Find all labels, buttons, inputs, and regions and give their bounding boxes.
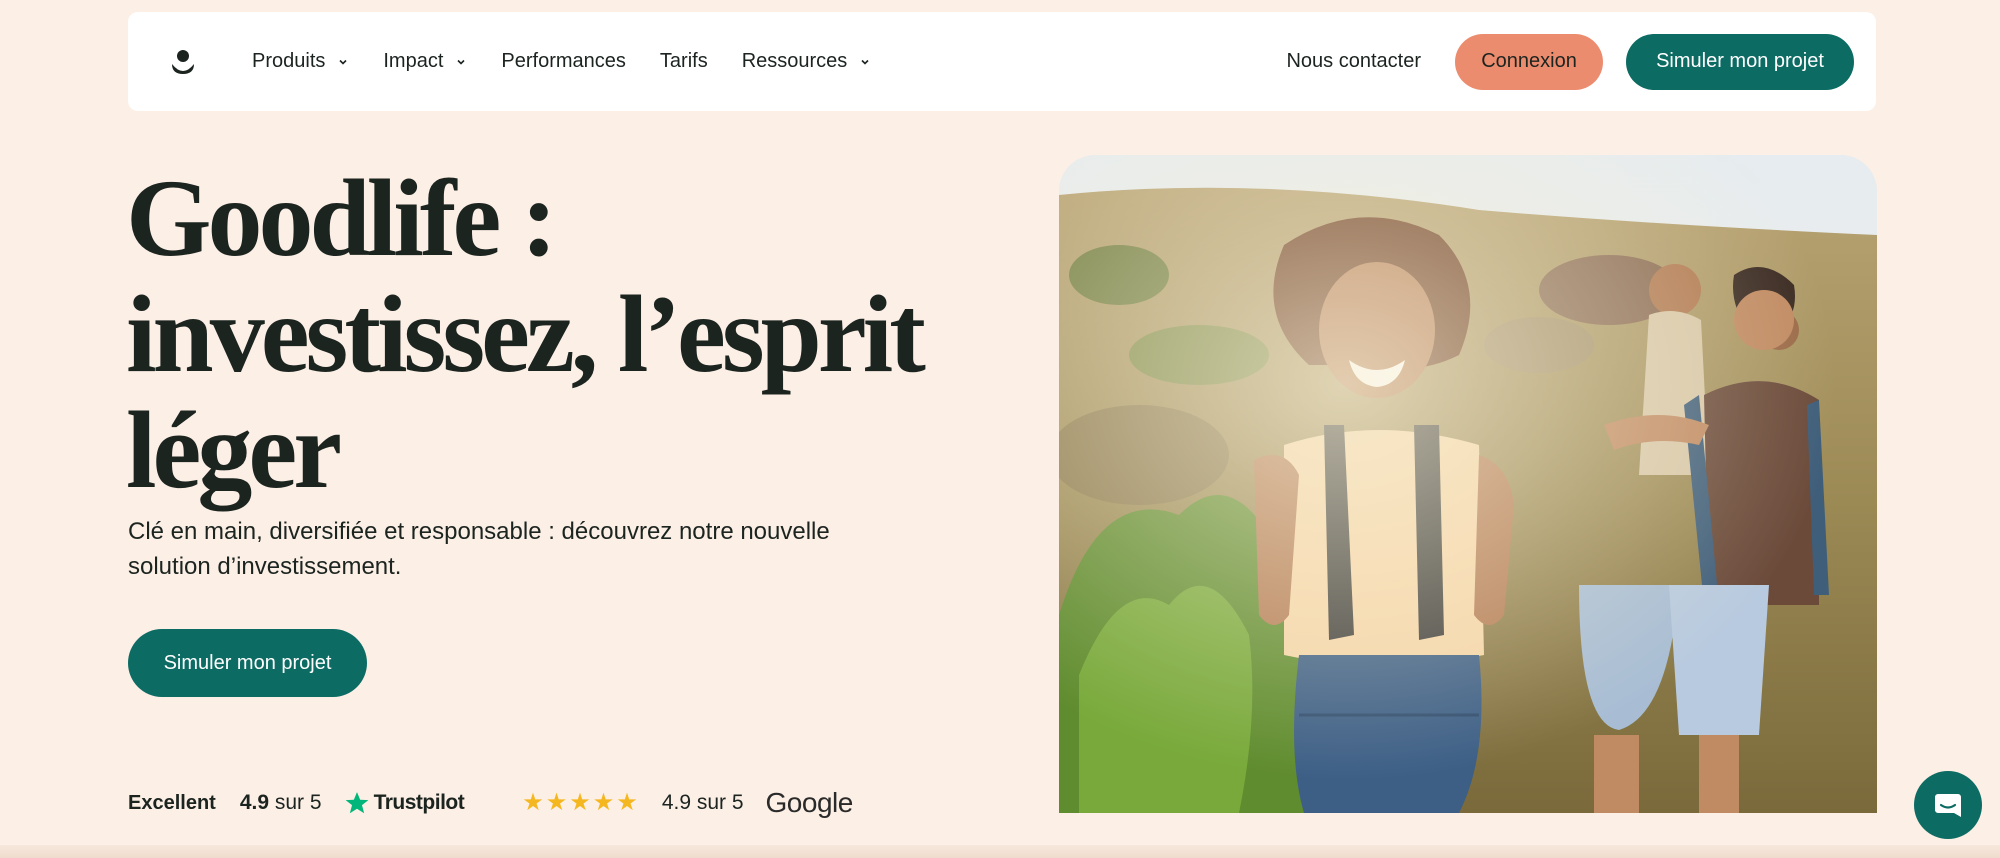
- simulate-project-button[interactable]: Simuler mon projet: [1626, 33, 1854, 90]
- nav-item-label: Ressources: [741, 50, 848, 72]
- hero-subtitle-line: solution d’investissement.: [128, 553, 402, 580]
- nav-item-impact[interactable]: Impact: [383, 50, 467, 73]
- nav-item-label: Impact: [383, 50, 444, 72]
- nav-menu: Produits Impact Performances Tarifs Ress…: [252, 50, 905, 73]
- google-score: 4.9 sur 5: [661, 791, 744, 814]
- page-bottom-edge: [0, 845, 2000, 858]
- chevron-down-icon: [455, 56, 467, 68]
- hero-title: Goodlife : investissez, l’esprit léger: [126, 160, 926, 508]
- contact-link[interactable]: Nous contacter: [1286, 50, 1421, 73]
- hero-title-line: investissez, l’esprit: [126, 273, 926, 395]
- hero-subtitle-line: Clé en main, diversifiée et responsable …: [128, 518, 830, 545]
- trustpilot-score: 4.9 sur 5: [240, 791, 322, 815]
- nav-item-label: Produits: [252, 50, 326, 72]
- nav-item-performances[interactable]: Performances: [501, 50, 626, 73]
- nav-item-produits[interactable]: Produits: [252, 50, 349, 73]
- chat-bubble-icon[interactable]: [1914, 771, 1982, 839]
- star-icon: ★: [592, 789, 615, 816]
- hero-simulate-button[interactable]: Simuler mon projet: [128, 629, 367, 697]
- trustpilot-brand[interactable]: Trustpilot: [374, 791, 465, 815]
- hero-subtitle: Clé en main, diversifiée et responsable …: [128, 514, 928, 584]
- ratings-bar: Excellent 4.9 sur 5 Trustpilot ★ ★ ★ ★ ★…: [128, 787, 854, 819]
- goodlife-logo-icon[interactable]: [166, 45, 200, 79]
- trustpilot-star-icon: [344, 790, 370, 816]
- star-icon: ★: [522, 789, 544, 816]
- nav-item-tarifs[interactable]: Tarifs: [660, 50, 708, 73]
- star-icon: ★: [545, 789, 568, 816]
- nav-actions: Nous contacter Connexion Simuler mon pro…: [1286, 33, 1876, 90]
- top-navbar: Produits Impact Performances Tarifs Ress…: [128, 12, 1876, 111]
- trustpilot-score-value: 4.9: [239, 791, 270, 814]
- chevron-down-icon: [337, 56, 349, 68]
- hero-title-line: léger: [126, 389, 342, 511]
- star-icon: ★: [569, 789, 591, 816]
- star-icon: ★: [616, 789, 638, 816]
- hero-photo: [1059, 155, 1877, 813]
- google-stars: ★ ★ ★ ★ ★: [522, 791, 638, 815]
- nav-item-label: Tarifs: [659, 50, 708, 72]
- nav-item-ressources[interactable]: Ressources: [742, 50, 872, 73]
- google-brand[interactable]: Google: [766, 787, 854, 819]
- login-button[interactable]: Connexion: [1455, 33, 1603, 90]
- nav-item-label: Performances: [501, 50, 626, 72]
- trustpilot-rating-label: Excellent: [128, 791, 216, 814]
- hero-title-line: Goodlife :: [126, 157, 557, 279]
- chevron-down-icon: [859, 56, 871, 68]
- trustpilot-score-suffix: sur 5: [274, 791, 322, 814]
